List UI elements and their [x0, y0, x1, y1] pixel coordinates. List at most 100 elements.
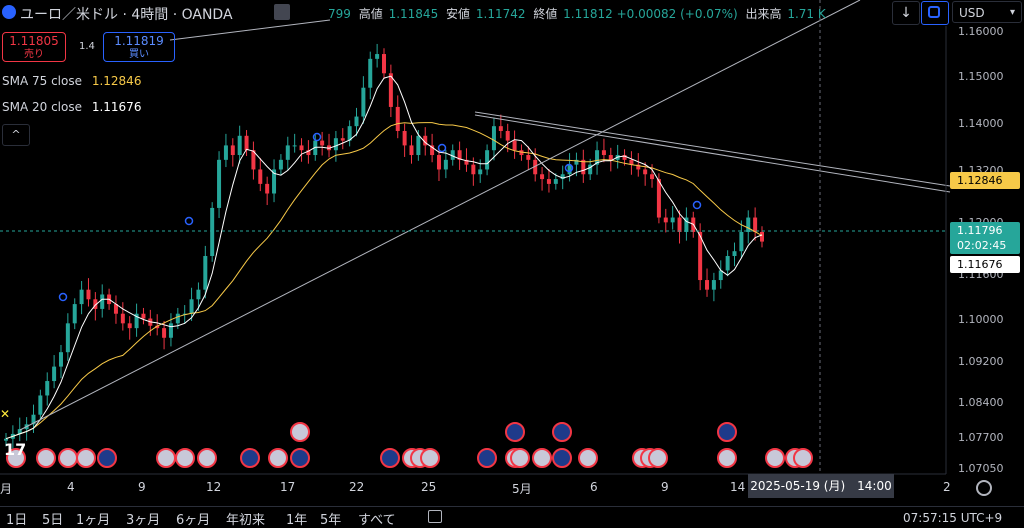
clock[interactable]: 07:57:15 UTC+9	[903, 511, 1002, 525]
candle-body	[79, 289, 84, 305]
calendar-icon[interactable]	[428, 510, 442, 523]
trend-line-rising[interactable]	[19, 0, 861, 431]
us-event-flag-icon[interactable]	[197, 448, 217, 468]
candle-body	[643, 169, 648, 175]
eu-event-flag-icon[interactable]	[717, 422, 737, 442]
us-event-flag-icon[interactable]	[36, 448, 56, 468]
candle-body	[677, 217, 682, 232]
candle-body	[237, 135, 242, 156]
range-button[interactable]: 1年	[286, 509, 307, 528]
spread-value: 1.4	[79, 41, 95, 52]
flag-icon[interactable]	[274, 4, 290, 20]
close-marker-icon[interactable]: ✕	[0, 407, 10, 421]
us-event-flag-icon[interactable]	[290, 422, 310, 442]
time-axis-label: 5月	[512, 482, 532, 496]
eu-event-flag-icon[interactable]	[240, 448, 260, 468]
eu-event-flag-icon[interactable]	[380, 448, 400, 468]
currency-value: USD	[959, 6, 985, 20]
candle-body	[567, 164, 572, 175]
time-axis-label: 4	[67, 480, 75, 494]
candle-body	[409, 145, 414, 156]
range-button[interactable]: 1日	[6, 509, 27, 528]
range-button[interactable]: 6ヶ月	[176, 509, 210, 528]
us-event-flag-icon[interactable]	[510, 448, 530, 468]
range-button[interactable]: 1ヶ月	[76, 509, 110, 528]
time-axis-label: 12	[206, 480, 222, 494]
range-button[interactable]: 5日	[42, 509, 63, 528]
scroll-down-button[interactable]: ↓	[892, 1, 920, 25]
eu-event-flag-icon[interactable]	[505, 422, 525, 442]
candle-body	[498, 126, 503, 131]
low-value: 1.11742	[475, 7, 526, 21]
us-event-flag-icon[interactable]	[765, 448, 785, 468]
us-event-flag-icon[interactable]	[175, 448, 195, 468]
us-event-flag-icon[interactable]	[717, 448, 737, 468]
indicator-sma75[interactable]: SMA 75 close 1.12846	[2, 74, 141, 88]
us-event-flag-icon[interactable]	[156, 448, 176, 468]
alert-marker-icon[interactable]	[184, 216, 194, 226]
price-axis-label: 1.10000	[958, 313, 1004, 326]
sell-label: 売り	[24, 49, 44, 60]
indicator-sma20[interactable]: SMA 20 close 1.11676	[2, 100, 141, 114]
us-event-flag-icon[interactable]	[268, 448, 288, 468]
candle-body	[340, 138, 345, 141]
alert-marker-icon[interactable]	[58, 292, 68, 302]
candle-body	[175, 313, 180, 324]
candle-body	[217, 159, 222, 208]
eu-event-flag-icon[interactable]	[290, 448, 310, 468]
sync-button[interactable]	[921, 1, 949, 25]
eu-event-flag-icon[interactable]	[477, 448, 497, 468]
alert-marker-icon[interactable]	[312, 132, 322, 142]
us-event-flag-icon[interactable]	[76, 448, 96, 468]
us-event-flag-icon[interactable]	[578, 448, 598, 468]
candle-body	[52, 366, 57, 382]
us-event-flag-icon[interactable]	[420, 448, 440, 468]
range-button[interactable]: 3ヶ月	[126, 509, 160, 528]
collapse-legend-button[interactable]: ^	[2, 124, 30, 146]
symbol-title[interactable]: ユーロ／米ドル · 4時間 · OANDA	[20, 4, 233, 24]
range-button[interactable]: 年初来	[226, 509, 265, 528]
candle-body	[553, 179, 558, 184]
us-event-flag-icon[interactable]	[793, 448, 813, 468]
candle-body	[382, 54, 386, 74]
candle-body	[601, 150, 606, 156]
tradingview-logo[interactable]: 17	[4, 440, 26, 459]
indicator-sma20-value: 1.11676	[91, 100, 142, 114]
ohlc-legend: 799 高値 1.11845 安値 1.11742 終値 1.11812 +0.…	[326, 5, 826, 22]
candle-body	[663, 217, 668, 223]
candle-body	[354, 116, 359, 127]
price-chart[interactable]	[0, 0, 1024, 526]
sync-icon	[928, 6, 940, 18]
chevron-down-icon: ▾	[1009, 7, 1015, 18]
eu-event-flag-icon[interactable]	[97, 448, 117, 468]
candle-body	[402, 130, 407, 146]
buy-button[interactable]: 1.11819 買い	[103, 32, 175, 62]
sell-button[interactable]: 1.11805 売り	[2, 32, 66, 62]
gear-icon[interactable]	[976, 480, 992, 496]
us-event-flag-icon[interactable]	[532, 448, 552, 468]
range-button[interactable]: すべて	[358, 509, 396, 528]
alert-marker-icon[interactable]	[692, 200, 702, 210]
candle-body	[45, 381, 50, 396]
indicator-sma75-label: SMA 75 close	[2, 74, 82, 88]
candle-body	[58, 352, 63, 367]
candle-body	[127, 323, 132, 329]
eu-event-flag-icon[interactable]	[552, 422, 572, 442]
symbol-flag-icon	[2, 5, 16, 19]
alert-marker-icon[interactable]	[437, 143, 447, 153]
trend-line-falling-1[interactable]	[474, 111, 951, 187]
candle-body	[478, 169, 483, 175]
currency-select[interactable]: USD ▾	[952, 1, 1022, 23]
candle-body	[168, 323, 173, 338]
us-event-flag-icon[interactable]	[648, 448, 668, 468]
us-event-flag-icon[interactable]	[58, 448, 78, 468]
sma20-price-tag: 1.11676	[950, 256, 1020, 273]
bar-countdown: 02:02:45	[957, 239, 1007, 252]
trend-line-falling-2[interactable]	[474, 114, 951, 193]
range-button[interactable]: 5年	[320, 509, 341, 528]
candle-body	[258, 169, 263, 184]
low-label: 安値	[446, 7, 471, 21]
time-axis-label: 9	[661, 480, 669, 494]
candle-body	[361, 87, 366, 117]
eu-event-flag-icon[interactable]	[552, 448, 572, 468]
